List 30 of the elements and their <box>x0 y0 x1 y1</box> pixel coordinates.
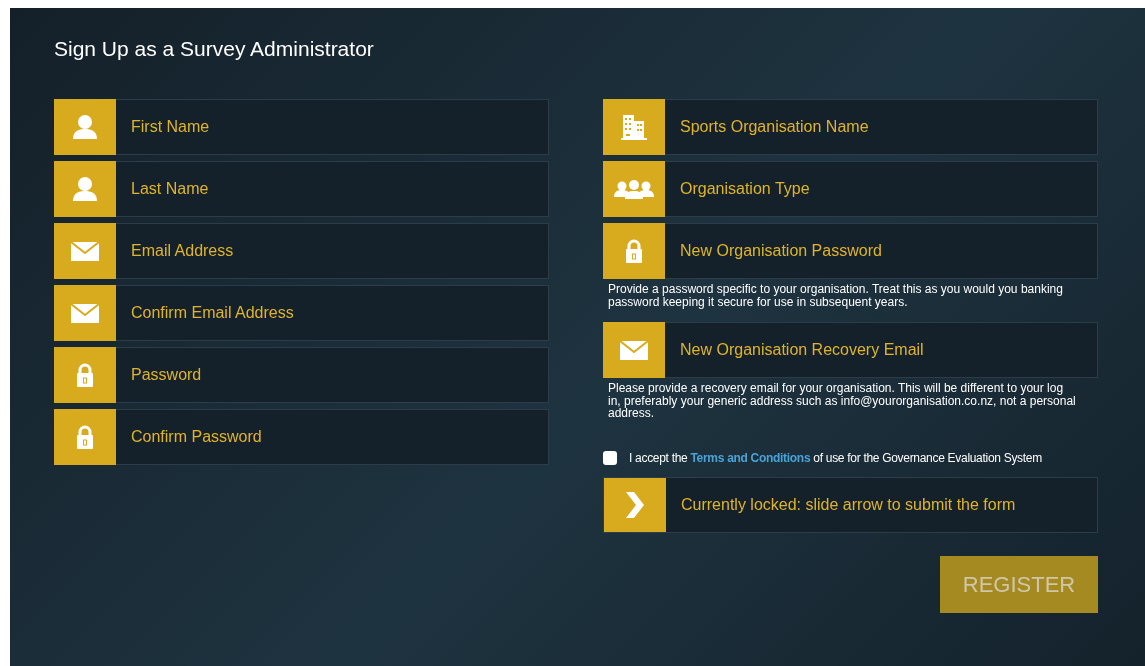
slide-to-submit[interactable]: Currently locked: slide arrow to submit the form <box>603 476 1098 533</box>
padlock-icon <box>54 409 116 465</box>
envelope-icon <box>54 285 116 341</box>
checkbox[interactable] <box>603 450 617 465</box>
envelope-icon <box>603 322 665 378</box>
text-field[interactable]: Last Name <box>116 161 549 217</box>
text-field[interactable]: Password <box>116 347 549 403</box>
person-icon <box>54 99 116 155</box>
padlock-icon <box>603 223 665 279</box>
padlock-icon <box>54 347 116 403</box>
text-field[interactable]: New Organisation Password <box>665 223 1098 279</box>
text-field[interactable]: Confirm Password <box>116 409 549 465</box>
chevron-icon <box>624 491 646 518</box>
help-text: Please provide a recovery email for your organisation. This will be different to your log in, preferably your generic address such as info@yourorganisation.co.nz, not a personal address. <box>607 382 1077 420</box>
slider-label: Currently locked: slide arrow to submit the form <box>680 494 1016 515</box>
text-field[interactable]: Sports Organisation Name <box>665 99 1098 155</box>
slider-handle[interactable] <box>604 477 666 532</box>
text-field[interactable]: Organisation Type <box>665 161 1098 217</box>
building-icon <box>603 99 665 155</box>
envelope-icon <box>54 223 116 279</box>
terms-link[interactable]: Terms and Conditions <box>690 450 811 465</box>
page-title: Sign Up as a Survey Administrator <box>54 36 375 62</box>
text-field[interactable]: First Name <box>116 99 549 155</box>
help-text: Provide a password specific to your organisation. Treat this as you would you banking password keeping it secure for use in subsequent years. <box>607 283 1064 308</box>
person-icon <box>54 161 116 217</box>
people-icon <box>603 161 665 217</box>
text-field[interactable]: Confirm Email Address <box>116 285 549 341</box>
text-field[interactable]: Email Address <box>116 223 549 279</box>
terms-label: I accept the Terms and Conditions of use for the Governance Evaluation System <box>629 449 1042 467</box>
text-field[interactable]: New Organisation Recovery Email <box>665 322 1098 378</box>
